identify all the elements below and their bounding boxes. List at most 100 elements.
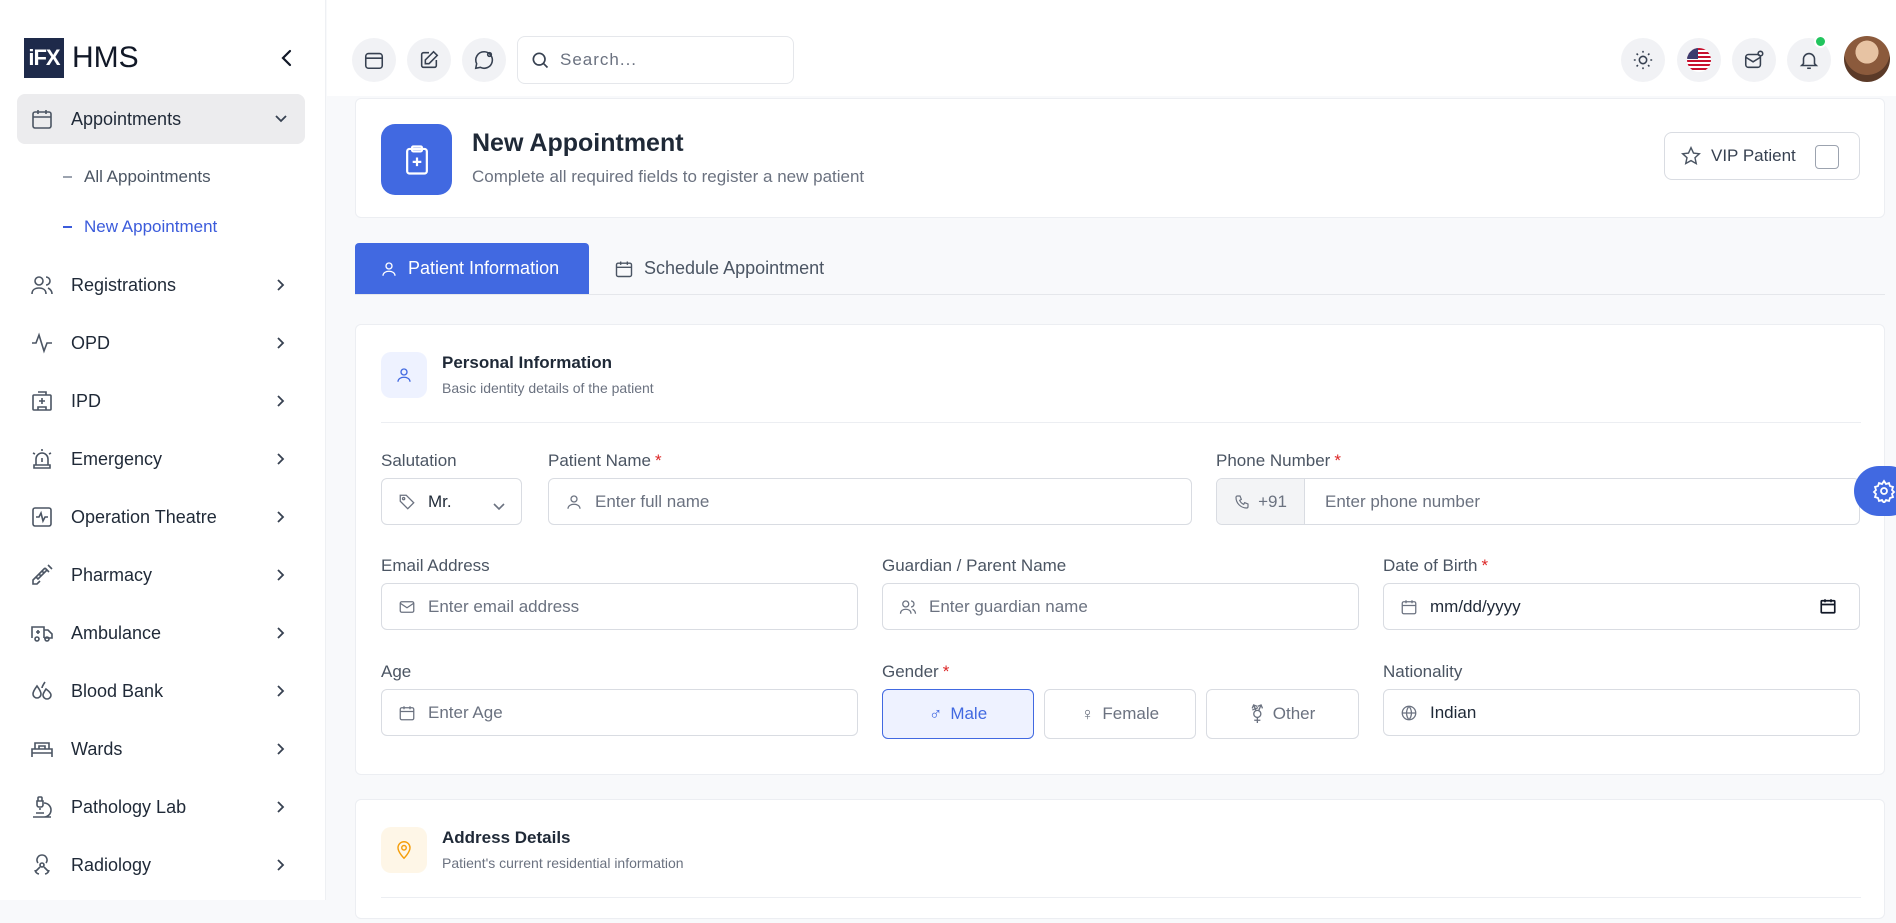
guardian-name-placeholder: Enter guardian name bbox=[929, 596, 1088, 616]
sidebar-item-label: OPD bbox=[71, 332, 111, 353]
ambulance-icon bbox=[29, 620, 55, 646]
theme-toggle-button[interactable] bbox=[1621, 38, 1665, 82]
main-content: New Appointment Complete all required fi… bbox=[355, 96, 1885, 919]
sidebar-item-blood-bank[interactable]: Blood Bank bbox=[17, 666, 305, 716]
sidebar-item-label: IPD bbox=[71, 390, 102, 411]
gender-label: Gender * bbox=[882, 662, 949, 682]
sidebar-item-pathology-lab[interactable]: Pathology Lab bbox=[17, 782, 305, 832]
date-of-birth-placeholder: mm/dd/yyyy bbox=[1430, 596, 1521, 616]
edit-icon bbox=[420, 50, 439, 69]
topbar bbox=[327, 0, 1896, 96]
search-box[interactable] bbox=[517, 36, 794, 84]
nationality-field[interactable]: Indian bbox=[1383, 689, 1860, 736]
sun-icon bbox=[1633, 50, 1653, 70]
vip-patient-label: VIP Patient bbox=[1711, 146, 1796, 165]
user-icon bbox=[380, 260, 398, 278]
section-title: Address Details bbox=[442, 828, 571, 847]
sidebar: iFX HMS Appointments All Appointments Ne… bbox=[0, 0, 326, 900]
chevron-right-icon bbox=[273, 567, 289, 583]
collapse-sidebar-button[interactable] bbox=[276, 46, 298, 70]
gender-female-button[interactable]: ♀ Female bbox=[1044, 689, 1196, 739]
sidebar-item-label: Pharmacy bbox=[71, 564, 153, 585]
sidebar-item-appointments[interactable]: Appointments bbox=[17, 94, 305, 144]
tab-schedule-appointment[interactable]: Schedule Appointment bbox=[589, 243, 849, 294]
settings-floating-button[interactable] bbox=[1854, 466, 1896, 516]
calendar-picker-icon[interactable] bbox=[1819, 597, 1837, 620]
page-title: New Appointment bbox=[472, 129, 684, 157]
section-divider bbox=[381, 422, 1861, 423]
sidebar-item-label: Blood Bank bbox=[71, 680, 164, 701]
bell-icon bbox=[1799, 52, 1819, 70]
email-field[interactable]: Enter email address bbox=[381, 583, 858, 630]
language-button[interactable] bbox=[1677, 38, 1721, 82]
transgender-icon: ⚧ bbox=[1249, 703, 1265, 724]
user-icon bbox=[381, 352, 427, 398]
messages-button[interactable] bbox=[1732, 38, 1776, 82]
calendar-button[interactable] bbox=[352, 38, 396, 82]
required-mark: * bbox=[1334, 451, 1341, 470]
sidebar-item-ambulance[interactable]: Ambulance bbox=[17, 608, 305, 658]
sidebar-item-emergency[interactable]: Emergency bbox=[17, 434, 305, 484]
tag-icon bbox=[397, 492, 417, 512]
nationality-value: Indian bbox=[1430, 702, 1477, 722]
microscope-icon bbox=[29, 794, 55, 820]
sidebar-item-wards[interactable]: Wards bbox=[17, 724, 305, 774]
chevron-right-icon bbox=[273, 857, 289, 873]
vip-patient-toggle[interactable]: VIP Patient bbox=[1664, 132, 1860, 180]
sidebar-subitem-label: New Appointment bbox=[84, 217, 218, 236]
brand[interactable]: iFX HMS bbox=[24, 38, 139, 78]
tab-label: Schedule Appointment bbox=[644, 258, 825, 278]
sidebar-item-radiology[interactable]: Radiology bbox=[17, 840, 305, 890]
gender-other-button[interactable]: ⚧ Other bbox=[1206, 689, 1359, 739]
activity-icon bbox=[29, 330, 55, 356]
label-text: Age bbox=[381, 662, 412, 681]
date-of-birth-label: Date of Birth * bbox=[1383, 556, 1488, 576]
dash-marker bbox=[63, 176, 72, 178]
sidebar-item-label: Operation Theatre bbox=[71, 506, 217, 527]
users-icon bbox=[29, 272, 55, 298]
nationality-label: Nationality bbox=[1383, 662, 1462, 682]
sidebar-item-label: Appointments bbox=[71, 108, 182, 129]
radiation-icon bbox=[29, 852, 55, 878]
patient-name-field[interactable]: Enter full name bbox=[548, 478, 1192, 525]
form-tabs: Patient Information Schedule Appointment bbox=[355, 243, 1885, 295]
vip-patient-checkbox[interactable] bbox=[1815, 145, 1839, 169]
section-title: Personal Information bbox=[442, 353, 613, 372]
label-text: Salutation bbox=[381, 451, 457, 470]
label-text: Email Address bbox=[381, 556, 490, 575]
calendar-icon bbox=[397, 703, 417, 723]
email-label: Email Address bbox=[381, 556, 490, 576]
us-flag-icon bbox=[1687, 48, 1711, 72]
sidebar-item-ipd[interactable]: IPD bbox=[17, 376, 305, 426]
email-placeholder: Enter email address bbox=[428, 596, 580, 616]
sidebar-item-operation-theatre[interactable]: Operation Theatre bbox=[17, 492, 305, 542]
sidebar-item-opd[interactable]: OPD bbox=[17, 318, 305, 368]
sidebar-item-label: Emergency bbox=[71, 448, 163, 469]
chat-icon bbox=[474, 50, 494, 70]
age-field[interactable]: Enter Age bbox=[381, 689, 858, 736]
phone-number-label: Phone Number * bbox=[1216, 451, 1341, 471]
search-input[interactable] bbox=[560, 50, 770, 70]
label-text: Gender bbox=[882, 662, 939, 681]
sidebar-nav: Appointments All Appointments New Appoin… bbox=[17, 94, 305, 898]
age-label: Age bbox=[381, 662, 411, 682]
sidebar-subitem-label: All Appointments bbox=[84, 167, 211, 186]
sidebar-item-registrations[interactable]: Registrations bbox=[17, 260, 305, 310]
sidebar-subitem-new-appointment[interactable]: New Appointment bbox=[17, 202, 305, 252]
sidebar-item-pharmacy[interactable]: Pharmacy bbox=[17, 550, 305, 600]
sidebar-item-label: Registrations bbox=[71, 274, 177, 295]
sidebar-subitem-all-appointments[interactable]: All Appointments bbox=[17, 152, 305, 202]
edit-button[interactable] bbox=[407, 38, 451, 82]
appointments-submenu: All Appointments New Appointment bbox=[17, 152, 305, 252]
date-of-birth-field[interactable]: mm/dd/yyyy bbox=[1383, 583, 1860, 630]
user-avatar[interactable] bbox=[1844, 36, 1890, 82]
phone-number-field[interactable]: +91 Enter phone number bbox=[1216, 478, 1860, 525]
chat-button[interactable] bbox=[462, 38, 506, 82]
guardian-name-field[interactable]: Enter guardian name bbox=[882, 583, 1359, 630]
calendar-icon bbox=[614, 259, 634, 279]
gender-male-button[interactable]: ♂ Male bbox=[882, 689, 1034, 739]
syringe-icon bbox=[29, 562, 55, 588]
required-mark: * bbox=[655, 451, 662, 470]
salutation-select[interactable]: Mr. bbox=[381, 478, 522, 525]
tab-patient-information[interactable]: Patient Information bbox=[355, 243, 589, 294]
